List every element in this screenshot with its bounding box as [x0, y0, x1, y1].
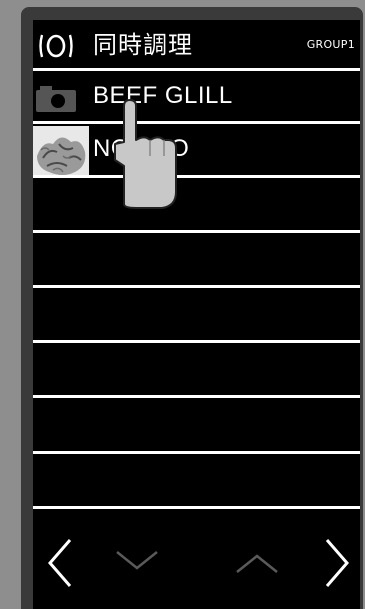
recipe-row-2[interactable]: NOKKIO [33, 124, 360, 178]
separator [33, 175, 360, 178]
separator [33, 340, 360, 343]
chevron-left-icon[interactable] [38, 534, 84, 592]
touch-screen: 同時調理 GROUP1 BEEF GLILL NOKKIO [33, 20, 360, 609]
header-bar: 同時調理 GROUP1 [33, 20, 360, 68]
cooking-pot-icon [39, 34, 73, 58]
pointing-hand-icon [114, 99, 177, 209]
separator [33, 506, 360, 509]
chevron-right-icon[interactable] [313, 534, 359, 592]
chevron-up-icon[interactable] [229, 534, 285, 592]
separator [33, 395, 360, 398]
recipe-row-1[interactable]: BEEF GLILL [33, 71, 360, 123]
food-photo-thumbnail [33, 126, 89, 178]
separator [33, 230, 360, 233]
separator [33, 285, 360, 288]
group-label: GROUP1 [306, 38, 355, 51]
chevron-down-icon[interactable] [109, 534, 165, 592]
page-title: 同時調理 [93, 31, 193, 59]
separator [33, 451, 360, 454]
navigation-bar [33, 520, 360, 609]
camera-icon [36, 86, 76, 112]
app-root: { "header": { "title": "同時調理", "group_la… [0, 0, 365, 609]
